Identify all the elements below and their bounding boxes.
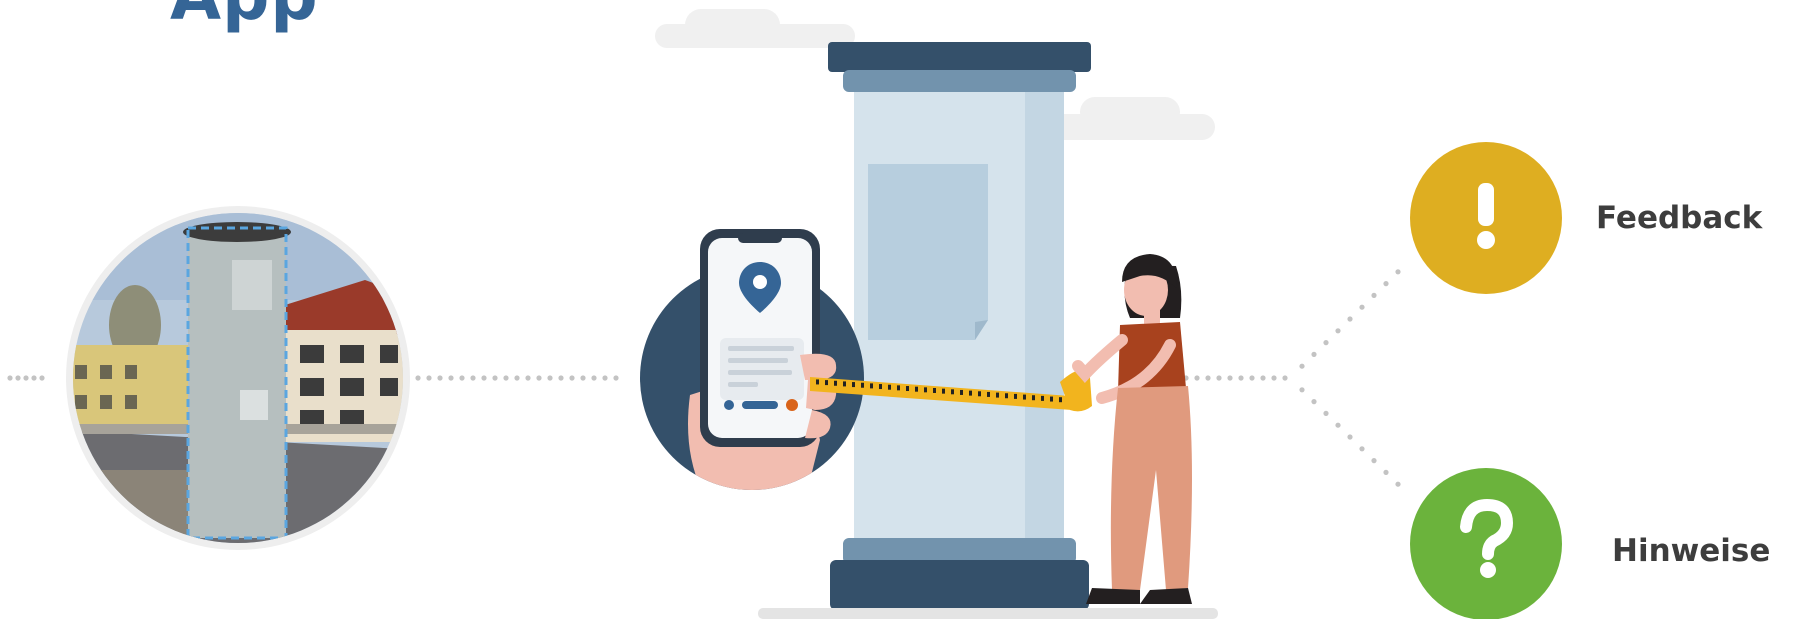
connector-dot <box>492 375 498 381</box>
connector-dot <box>1227 375 1233 381</box>
tape-tick <box>987 391 990 397</box>
connector-dot <box>415 375 421 381</box>
connector-dot <box>1311 399 1317 405</box>
tape-tick <box>1050 396 1053 402</box>
connector-dot <box>15 375 21 381</box>
connector-dot <box>514 375 520 381</box>
connector-dot <box>1383 469 1389 475</box>
connector-dot <box>1299 387 1305 393</box>
connector-dot <box>1323 340 1329 346</box>
tape-tick <box>888 384 891 390</box>
connector-dot <box>580 375 586 381</box>
connector-dot <box>1395 269 1401 275</box>
tape-tick <box>969 390 972 396</box>
tape-tick <box>825 380 828 386</box>
connector-dot <box>426 375 432 381</box>
tape-tick <box>861 382 864 388</box>
tape-tick <box>1005 393 1008 399</box>
feedback-label: Feedback <box>1596 200 1763 236</box>
connector-dot <box>1282 375 1288 381</box>
connector-dot <box>23 375 29 381</box>
connector-dot <box>547 375 553 381</box>
connector-dot <box>1335 328 1341 334</box>
connector-dot <box>613 375 619 381</box>
connector-dot <box>569 375 575 381</box>
tape-tick <box>1041 395 1044 401</box>
connector-dot <box>1311 351 1317 357</box>
connector-dot <box>448 375 454 381</box>
hinweise-label: Hinweise <box>1612 533 1771 569</box>
exclamation-icon <box>1477 183 1495 249</box>
tape-tick <box>870 383 873 389</box>
process-illustration <box>7 9 1562 619</box>
connector-dot <box>1359 304 1365 310</box>
tape-tick <box>1032 395 1035 401</box>
connector-dot <box>1238 375 1244 381</box>
connector-dot <box>1371 292 1377 298</box>
connector-dot <box>1249 375 1255 381</box>
connector-dot <box>1205 375 1211 381</box>
connector-dot <box>1395 481 1401 487</box>
tape-tick <box>960 389 963 395</box>
tape-tick <box>951 389 954 395</box>
connector-dot <box>459 375 465 381</box>
tape-tick <box>879 384 882 390</box>
connector-dot <box>1335 422 1341 428</box>
tape-tick <box>1023 394 1026 400</box>
tape-tick <box>897 385 900 391</box>
tape-tick <box>915 386 918 392</box>
connector-dot <box>1347 316 1353 322</box>
connector-dot <box>1271 375 1277 381</box>
connector-dot <box>437 375 443 381</box>
connector-dot <box>602 375 608 381</box>
connector-dot <box>525 375 531 381</box>
tape-tick <box>834 380 837 386</box>
connector-dot <box>470 375 476 381</box>
tape-tick <box>906 386 909 392</box>
tape-tick <box>933 387 936 393</box>
connector-dot <box>536 375 542 381</box>
connector-dot <box>31 375 37 381</box>
connector-dot <box>39 375 45 381</box>
connector-dot <box>1260 375 1266 381</box>
connector-dot <box>591 375 597 381</box>
connector-dot <box>1371 458 1377 464</box>
connector-dot <box>503 375 509 381</box>
connector-dot <box>481 375 487 381</box>
tape-tick <box>816 379 819 385</box>
connector-dot <box>1194 375 1200 381</box>
tape-tick <box>843 381 846 387</box>
tape-tick <box>1059 397 1062 403</box>
hand-holding-phone <box>640 229 864 490</box>
tape-tick <box>1014 393 1017 399</box>
connector-dot <box>1216 375 1222 381</box>
column-photo-circle <box>66 206 410 550</box>
tape-tick <box>942 388 945 394</box>
tape-tick <box>978 391 981 397</box>
tape-tick <box>852 382 855 388</box>
person-measuring <box>1072 254 1192 604</box>
tape-tick <box>996 392 999 398</box>
connector-dot <box>1383 281 1389 287</box>
connector-dot <box>1359 446 1365 452</box>
connector-dot <box>1323 410 1329 416</box>
connector-dot <box>7 375 13 381</box>
connector-dot <box>1299 363 1305 369</box>
connector-dot <box>558 375 564 381</box>
tape-tick <box>924 387 927 393</box>
connector-dot <box>1347 434 1353 440</box>
